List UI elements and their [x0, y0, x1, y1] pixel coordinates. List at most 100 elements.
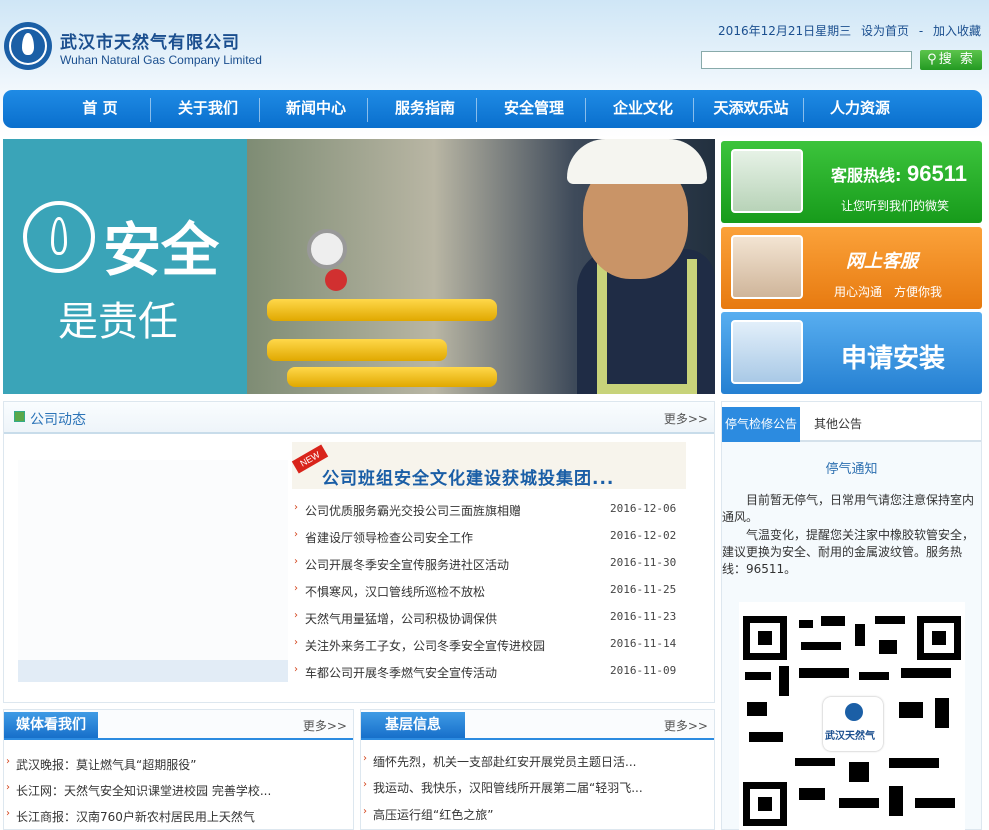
qr-module — [855, 624, 865, 646]
hotline-card[interactable]: 客服热线: 96511 让您听到我们的微笑 — [721, 141, 982, 223]
apply-install-card[interactable]: 申请安装 — [721, 312, 982, 394]
list-item-title: 长江网：天然气安全知识课堂进校园 完善学校... — [16, 784, 272, 798]
search-button[interactable]: ⚲搜 索 — [920, 50, 982, 70]
company-name-cn: 武汉市天然气有限公司 — [60, 33, 240, 53]
base-info-section: 基层信息 更多>> › 缅怀先烈，机关一支部赴红安开展党员主题日活... › 我运动… — [360, 709, 715, 830]
nav-service[interactable]: 服务指南 — [370, 90, 480, 128]
media-header: 媒体看我们 更多>> — [4, 710, 353, 740]
qr-module — [779, 666, 789, 696]
nav-about[interactable]: 关于我们 — [153, 90, 263, 128]
pipe-shape — [267, 299, 497, 321]
search-icon: ⚲ — [927, 52, 939, 67]
list-item-title: 高压运行组“红色之旅” — [373, 808, 494, 822]
news-row[interactable]: › 不惧寒风，汉口管线所巡检不放松 2016-11-25 — [292, 582, 682, 604]
news-headline[interactable]: 公司班组安全文化建设获城投集团... — [322, 464, 614, 489]
media-title: 媒体看我们 — [4, 712, 98, 738]
hero-banner[interactable]: 安全 是责任 — [3, 139, 715, 394]
list-item[interactable]: › 长江商报：汉南760户新农村居民用上天然气 — [4, 807, 353, 829]
list-item-title: 缅怀先烈，机关一支部赴红安开展党员主题日活... — [373, 755, 637, 769]
base-more-link[interactable]: 更多>> — [664, 717, 708, 734]
nav-safety[interactable]: 安全管理 — [479, 90, 589, 128]
list-item[interactable]: › 武汉晚报：莫让燃气具“超期服役” — [4, 755, 353, 777]
qr-module — [839, 798, 879, 808]
qr-module — [889, 758, 939, 768]
qr-module — [859, 672, 889, 680]
nav-culture[interactable]: 企业文化 — [588, 90, 698, 128]
nav-fun[interactable]: 天添欢乐站 — [696, 90, 806, 128]
qr-logo-label: 武汉天然气 — [825, 731, 875, 742]
nav-divider — [367, 98, 368, 122]
news-row[interactable]: › 公司优质服务霸光交投公司三面旌旗相赠 2016-12-06 — [292, 501, 682, 523]
flame-logo-icon — [845, 703, 863, 721]
news-item-title: 关注外来务工子女，公司冬季安全宣传进校园 — [305, 639, 546, 653]
news-item-title: 车都公司开展冬季燃气安全宣传活动 — [305, 666, 498, 680]
list-item[interactable]: › 我运动、我快乐，汉阳管线所开展第二届“轻羽飞... — [361, 778, 714, 800]
set-home-link[interactable]: 设为首页 — [861, 24, 909, 38]
news-item-date: 2016-12-02 — [610, 529, 677, 542]
section-icon — [14, 411, 25, 422]
tab-outage-notice[interactable]: 停气检修公告 — [722, 407, 800, 442]
pipe-shape — [267, 339, 447, 361]
nav-hr[interactable]: 人力资源 — [805, 90, 915, 128]
phone-icon — [731, 320, 803, 384]
news-item-title: 公司开展冬季安全宣传服务进社区活动 — [305, 558, 510, 572]
qr-module — [889, 786, 903, 816]
news-row[interactable]: › 车都公司开展冬季燃气安全宣传活动 2016-11-09 — [292, 663, 682, 685]
qr-module — [879, 640, 897, 654]
pressure-gauge-icon — [307, 229, 347, 269]
list-item[interactable]: › 缅怀先烈，机关一支部赴红安开展党员主题日活... — [361, 752, 714, 774]
nav-home[interactable]: 首 页 — [45, 90, 155, 128]
banner-slogan-small: 是责任 — [58, 299, 178, 345]
news-row[interactable]: › 关注外来务工子女，公司冬季安全宣传进校园 2016-11-14 — [292, 636, 682, 658]
notice-tabs: 停气检修公告 其他公告 — [722, 402, 981, 442]
bullet-icon: › — [294, 502, 298, 513]
helmet-icon — [567, 139, 707, 184]
banner-photo — [247, 139, 715, 394]
flame-logo-icon — [23, 201, 95, 273]
bullet-icon: › — [363, 806, 367, 817]
qr-module — [901, 668, 951, 678]
news-image[interactable] — [18, 460, 288, 682]
online-service-card[interactable]: 网上客服 用心沟通 方便你我 — [721, 227, 982, 309]
valve-icon — [325, 269, 347, 291]
tab-other-notice[interactable]: 其他公告 — [814, 407, 862, 442]
search-input[interactable] — [701, 51, 912, 69]
banner-slogan-panel: 安全 是责任 — [3, 139, 247, 394]
separator: - — [918, 24, 924, 38]
media-more-link[interactable]: 更多>> — [303, 717, 347, 734]
qr-module — [747, 702, 767, 716]
hotline-text: 客服热线: 96511 — [831, 161, 967, 187]
notice-heading[interactable]: 停气通知 — [722, 458, 981, 477]
news-more-link[interactable]: 更多>> — [664, 410, 708, 427]
top-info: 2016年12月21日星期三 设为首页 - 加入收藏 — [712, 22, 981, 39]
bullet-icon: › — [294, 637, 298, 648]
list-item[interactable]: › 高压运行组“红色之旅” — [361, 805, 714, 827]
add-favorite-link[interactable]: 加入收藏 — [933, 24, 981, 38]
base-title: 基层信息 — [361, 712, 465, 738]
qr-finder — [743, 616, 787, 660]
qr-module — [799, 668, 849, 678]
bullet-icon: › — [6, 808, 10, 819]
qr-module — [875, 616, 905, 624]
news-row[interactable]: › 天然气用量猛增，公司积极协调保供 2016-11-23 — [292, 609, 682, 631]
qr-center-logo: 武汉天然气 — [823, 697, 883, 751]
bullet-icon: › — [294, 664, 298, 675]
notice-paragraph: 目前暂无停气，日常用气请您注意保持室内通风。 — [722, 493, 975, 524]
search-button-label: 搜 索 — [938, 52, 975, 67]
qr-module — [799, 788, 825, 800]
nav-news[interactable]: 新闻中心 — [261, 90, 371, 128]
news-row[interactable]: › 公司开展冬季安全宣传服务进社区活动 2016-11-30 — [292, 555, 682, 577]
online-sub: 用心沟通 方便你我 — [834, 285, 943, 299]
image-caption-bar — [18, 660, 288, 682]
news-item-date: 2016-11-09 — [610, 664, 677, 677]
bullet-icon: › — [294, 610, 298, 621]
company-news-section: 公司动态 更多>> NEW 公司班组安全文化建设获城投集团... › 公司优质服务… — [3, 401, 715, 703]
news-row[interactable]: › 省建设厅领导检查公司安全工作 2016-12-02 — [292, 528, 682, 550]
nav-divider — [693, 98, 694, 122]
banner-slogan-big: 安全 — [103, 216, 220, 284]
news-item-date: 2016-11-30 — [610, 556, 677, 569]
news-title: 公司动态 — [30, 412, 86, 428]
qr-code: 武汉天然气 — [739, 602, 965, 830]
list-item[interactable]: › 长江网：天然气安全知识课堂进校园 完善学校... — [4, 781, 353, 803]
company-logo-icon[interactable] — [4, 22, 52, 70]
